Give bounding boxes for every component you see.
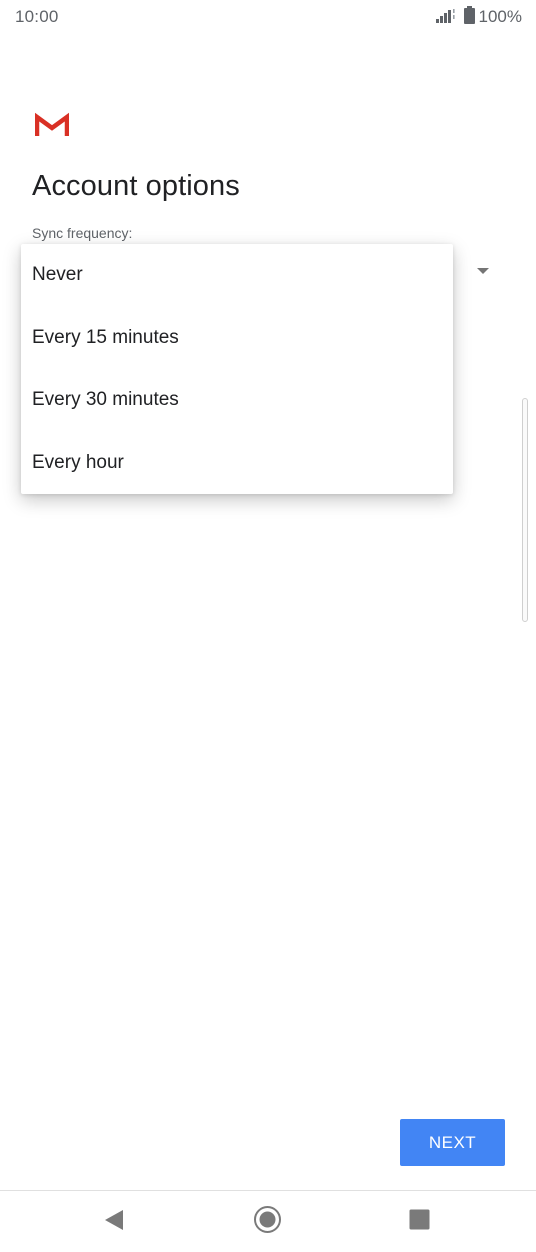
sync-frequency-label: Sync frequency:: [32, 225, 133, 241]
battery-percent: 100%: [478, 7, 522, 26]
option-every-hour[interactable]: Every hour: [21, 432, 453, 495]
option-never[interactable]: Never: [21, 244, 453, 307]
sync-frequency-menu: Never Every 15 minutes Every 30 minutes …: [21, 244, 453, 494]
gmail-logo: [34, 112, 70, 138]
status-time: 10:00: [15, 7, 59, 26]
back-icon[interactable]: [104, 1209, 124, 1231]
next-button[interactable]: NEXT: [400, 1119, 505, 1166]
battery-icon: [463, 5, 475, 29]
status-icons: 100%: [435, 5, 522, 29]
option-every-30-minutes[interactable]: Every 30 minutes: [21, 369, 453, 432]
signal-icon: [435, 7, 458, 28]
option-every-15-minutes[interactable]: Every 15 minutes: [21, 307, 453, 370]
recents-icon[interactable]: [409, 1209, 430, 1230]
scrollbar[interactable]: [522, 398, 528, 622]
navigation-bar: [0, 1191, 536, 1252]
status-bar: 10:00 100%: [0, 0, 536, 36]
home-icon[interactable]: [253, 1205, 282, 1234]
page-title: Account options: [32, 170, 240, 202]
dropdown-arrow-icon[interactable]: [477, 268, 489, 274]
